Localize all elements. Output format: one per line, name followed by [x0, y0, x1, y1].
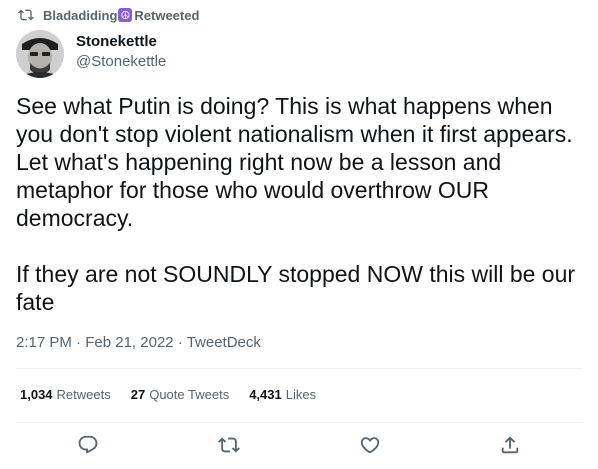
tweet-date[interactable]: Feb 21, 2022	[85, 334, 173, 351]
tweet-time[interactable]: 2:17 PM	[16, 334, 72, 351]
tweet-stats: 1,034 Retweets 27 Quote Tweets 4,431 Likes	[20, 387, 336, 402]
retweets-stat[interactable]: 1,034 Retweets	[20, 387, 111, 402]
retweets-label: Retweets	[56, 387, 111, 402]
meta-separator: ·	[71, 334, 86, 351]
author-info: Stonekettle @Stonekettle	[76, 32, 166, 71]
retweet-icon	[18, 9, 34, 21]
retweeter-name[interactable]: Bladadiding	[43, 8, 117, 23]
display-name[interactable]: Stonekettle	[76, 32, 166, 51]
retweeted-by-line: Bladadiding ☮ Retweeted	[18, 7, 199, 23]
meta-separator: ·	[173, 334, 187, 351]
quotes-count: 27	[130, 387, 146, 402]
quote-tweets-stat[interactable]: 27 Quote Tweets	[131, 387, 229, 402]
tweet-paragraph: If they are not SOUNDLY stopped NOW this…	[16, 261, 576, 315]
retweets-count: 1,034	[20, 387, 53, 402]
tweet-text: See what Putin is doing? This is what ha…	[16, 92, 582, 316]
like-icon	[360, 437, 380, 454]
avatar-photo	[16, 30, 64, 78]
divider	[16, 368, 582, 369]
reply-button[interactable]	[77, 434, 99, 456]
divider	[16, 422, 582, 423]
share-icon	[501, 436, 519, 454]
action-bar	[0, 434, 598, 458]
user-handle[interactable]: @Stonekettle	[76, 52, 166, 71]
tweet-source[interactable]: TweetDeck	[187, 334, 261, 351]
likes-label: Likes	[285, 387, 317, 402]
share-button[interactable]	[499, 434, 521, 456]
retweet-button[interactable]	[218, 434, 240, 456]
likes-count: 4,431	[249, 387, 282, 402]
avatar[interactable]	[16, 30, 64, 78]
like-button[interactable]	[359, 434, 381, 456]
reply-icon	[78, 435, 98, 454]
tweet-meta: 2:17 PM · Feb 21, 2022 · TweetDeck	[16, 334, 261, 351]
peace-icon: ☮	[118, 8, 133, 22]
retweeted-label: Retweeted	[134, 7, 200, 23]
likes-stat[interactable]: 4,431 Likes	[249, 387, 316, 402]
retweet-icon	[218, 437, 240, 453]
quotes-label: Quote Tweets	[149, 387, 230, 402]
tweet-paragraph: See what Putin is doing? This is what ha…	[16, 93, 573, 231]
